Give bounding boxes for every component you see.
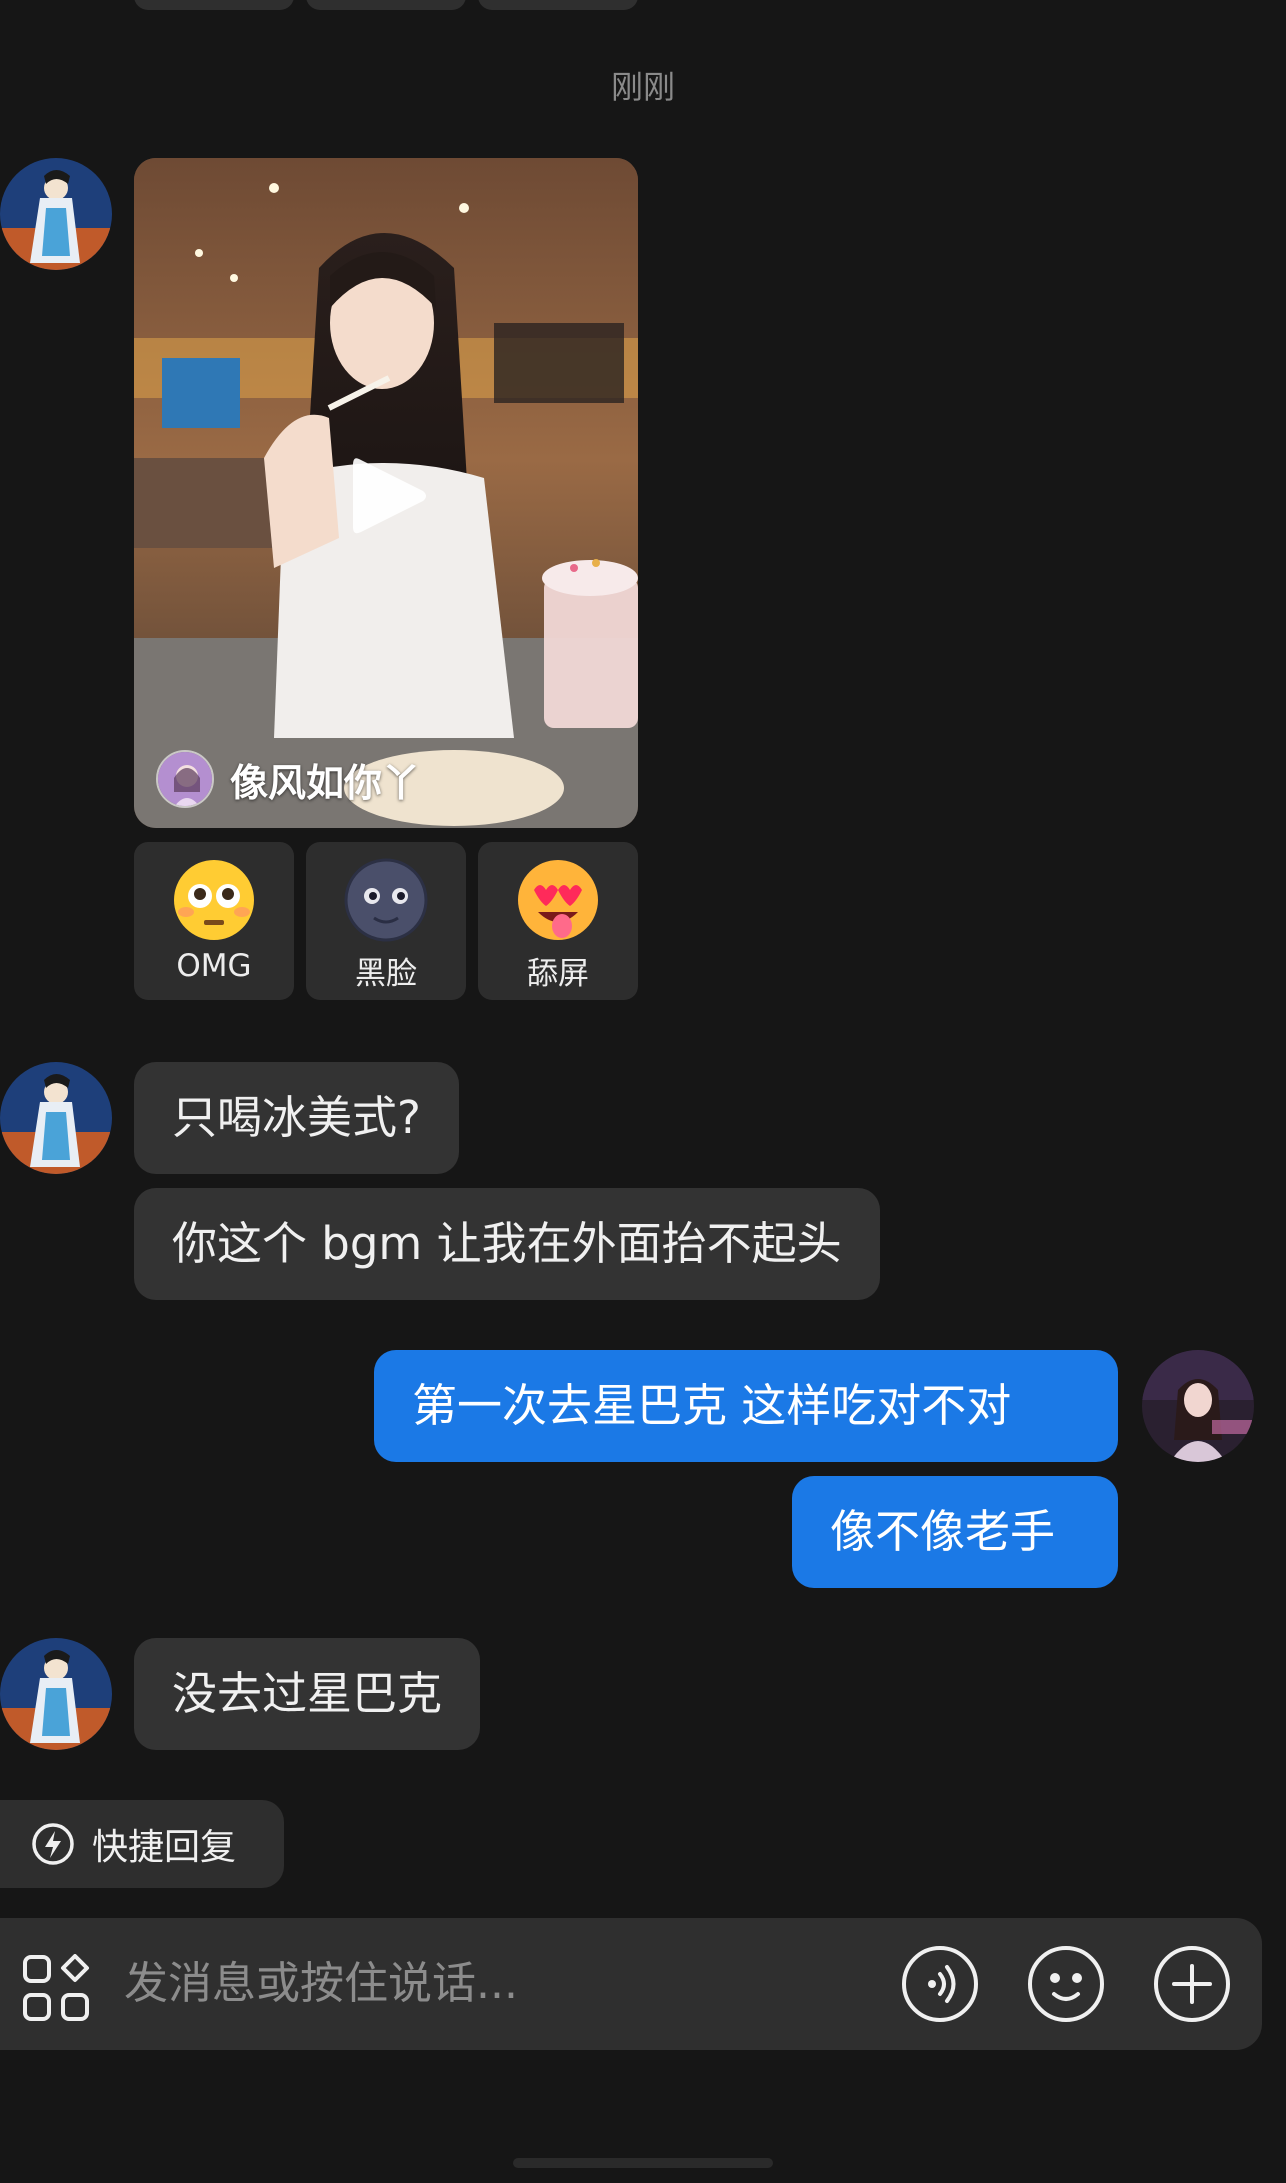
video-author-avatar xyxy=(156,750,214,808)
new-moon-face-icon xyxy=(344,858,428,942)
message-input-bar: 发消息或按住说话... xyxy=(0,1918,1262,2050)
heart-eyes-tongue-icon xyxy=(518,860,598,940)
plus-icon[interactable] xyxy=(1152,1944,1232,2024)
video-author-name: 像风如你丫 xyxy=(230,760,421,805)
sender-avatar[interactable] xyxy=(0,1062,112,1174)
voice-icon[interactable] xyxy=(900,1944,980,2024)
message-input[interactable]: 发消息或按住说话... xyxy=(124,1918,518,2050)
sender-avatar[interactable] xyxy=(0,158,112,270)
incoming-message[interactable]: 没去过星巴克 xyxy=(134,1638,481,1750)
message-timestamp: 刚刚 xyxy=(610,68,675,106)
outgoing-message[interactable]: 第一次去星巴克 这样吃对不对 xyxy=(374,1350,1118,1462)
outgoing-message[interactable]: 像不像老手 xyxy=(792,1476,1118,1588)
incoming-message[interactable]: 只喝冰美式? xyxy=(134,1062,459,1174)
reaction-lick-screen[interactable]: 舔屏 xyxy=(478,842,638,1000)
flushed-face-icon xyxy=(174,860,254,940)
incoming-message[interactable]: 你这个 bgm 让我在外面抬不起头 xyxy=(134,1188,880,1300)
my-avatar[interactable] xyxy=(1142,1350,1254,1462)
reaction-omg[interactable]: OMG xyxy=(134,842,294,1000)
emoji-icon[interactable] xyxy=(1026,1944,1106,2024)
quick-reply-label: 快捷回复 xyxy=(92,1827,237,1868)
reaction-black-face[interactable]: 黑脸 xyxy=(306,842,466,1000)
video-author[interactable]: 像风如你丫 xyxy=(156,750,420,808)
play-icon[interactable] xyxy=(349,453,429,539)
previous-reaction-chip xyxy=(478,0,638,10)
home-indicator xyxy=(513,2158,773,2168)
apps-grid-icon[interactable] xyxy=(22,1954,90,2022)
previous-reaction-chip xyxy=(306,0,466,10)
reaction-label: 黑脸 xyxy=(355,956,417,992)
reaction-label: OMG xyxy=(176,948,252,984)
video-share-card[interactable]: 像风如你丫 xyxy=(134,158,638,828)
sender-avatar[interactable] xyxy=(0,1638,112,1750)
quick-reply-button[interactable]: 快捷回复 xyxy=(0,1800,284,1888)
previous-reaction-chip xyxy=(134,0,294,10)
reaction-label: 舔屏 xyxy=(527,956,589,992)
lightning-icon xyxy=(32,1823,74,1865)
